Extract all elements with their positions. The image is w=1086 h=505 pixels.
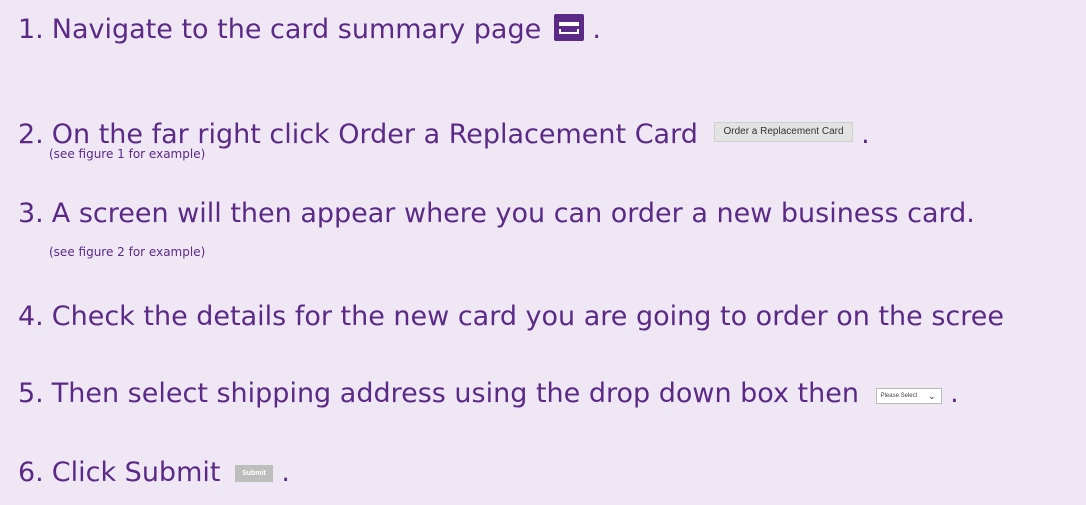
step-end-punct: . bbox=[861, 119, 870, 150]
figure-2-note: (see figure 2 for example) bbox=[49, 245, 206, 259]
step-5: 5. Then select shipping address using the… bbox=[18, 377, 959, 411]
step-end-punct: . bbox=[592, 14, 601, 45]
chevron-down-icon: ⌄ bbox=[928, 391, 936, 401]
dropdown-selected-value: Please Select bbox=[880, 393, 918, 399]
step-end-punct: . bbox=[281, 457, 290, 488]
step-text: A screen will then appear where you can … bbox=[51, 198, 975, 229]
step-text: On the far right click Order a Replaceme… bbox=[51, 119, 698, 150]
step-4: 4. Check the details for the new card you… bbox=[18, 300, 1004, 334]
step-3: 3. A screen will then appear where you ca… bbox=[18, 197, 975, 231]
shipping-address-dropdown[interactable]: Please Select ⌄ bbox=[875, 388, 942, 404]
step-text: Navigate to the card summary page bbox=[51, 14, 542, 45]
step-1: 1. Navigate to the card summary page . bbox=[18, 13, 601, 47]
step-number: 3. bbox=[18, 198, 44, 229]
step-end-punct: . bbox=[950, 378, 959, 409]
submit-button[interactable]: Submit bbox=[235, 465, 273, 482]
figure-1-note: (see figure 1 for example) bbox=[49, 147, 206, 161]
step-text: Then select shipping address using the d… bbox=[51, 378, 859, 409]
order-replacement-card-button[interactable]: Order a Replacement Card bbox=[714, 122, 853, 142]
step-number: 6. bbox=[18, 457, 44, 488]
credit-card-icon bbox=[553, 14, 584, 41]
step-number: 5. bbox=[18, 378, 44, 409]
step-text: Check the details for the new card you a… bbox=[51, 301, 1005, 332]
step-number: 4. bbox=[18, 301, 44, 332]
step-text: Click Submit bbox=[51, 457, 221, 488]
step-6: 6. Click Submit Submit . bbox=[18, 456, 290, 490]
step-number: 2. bbox=[18, 119, 44, 150]
step-number: 1. bbox=[18, 14, 44, 45]
